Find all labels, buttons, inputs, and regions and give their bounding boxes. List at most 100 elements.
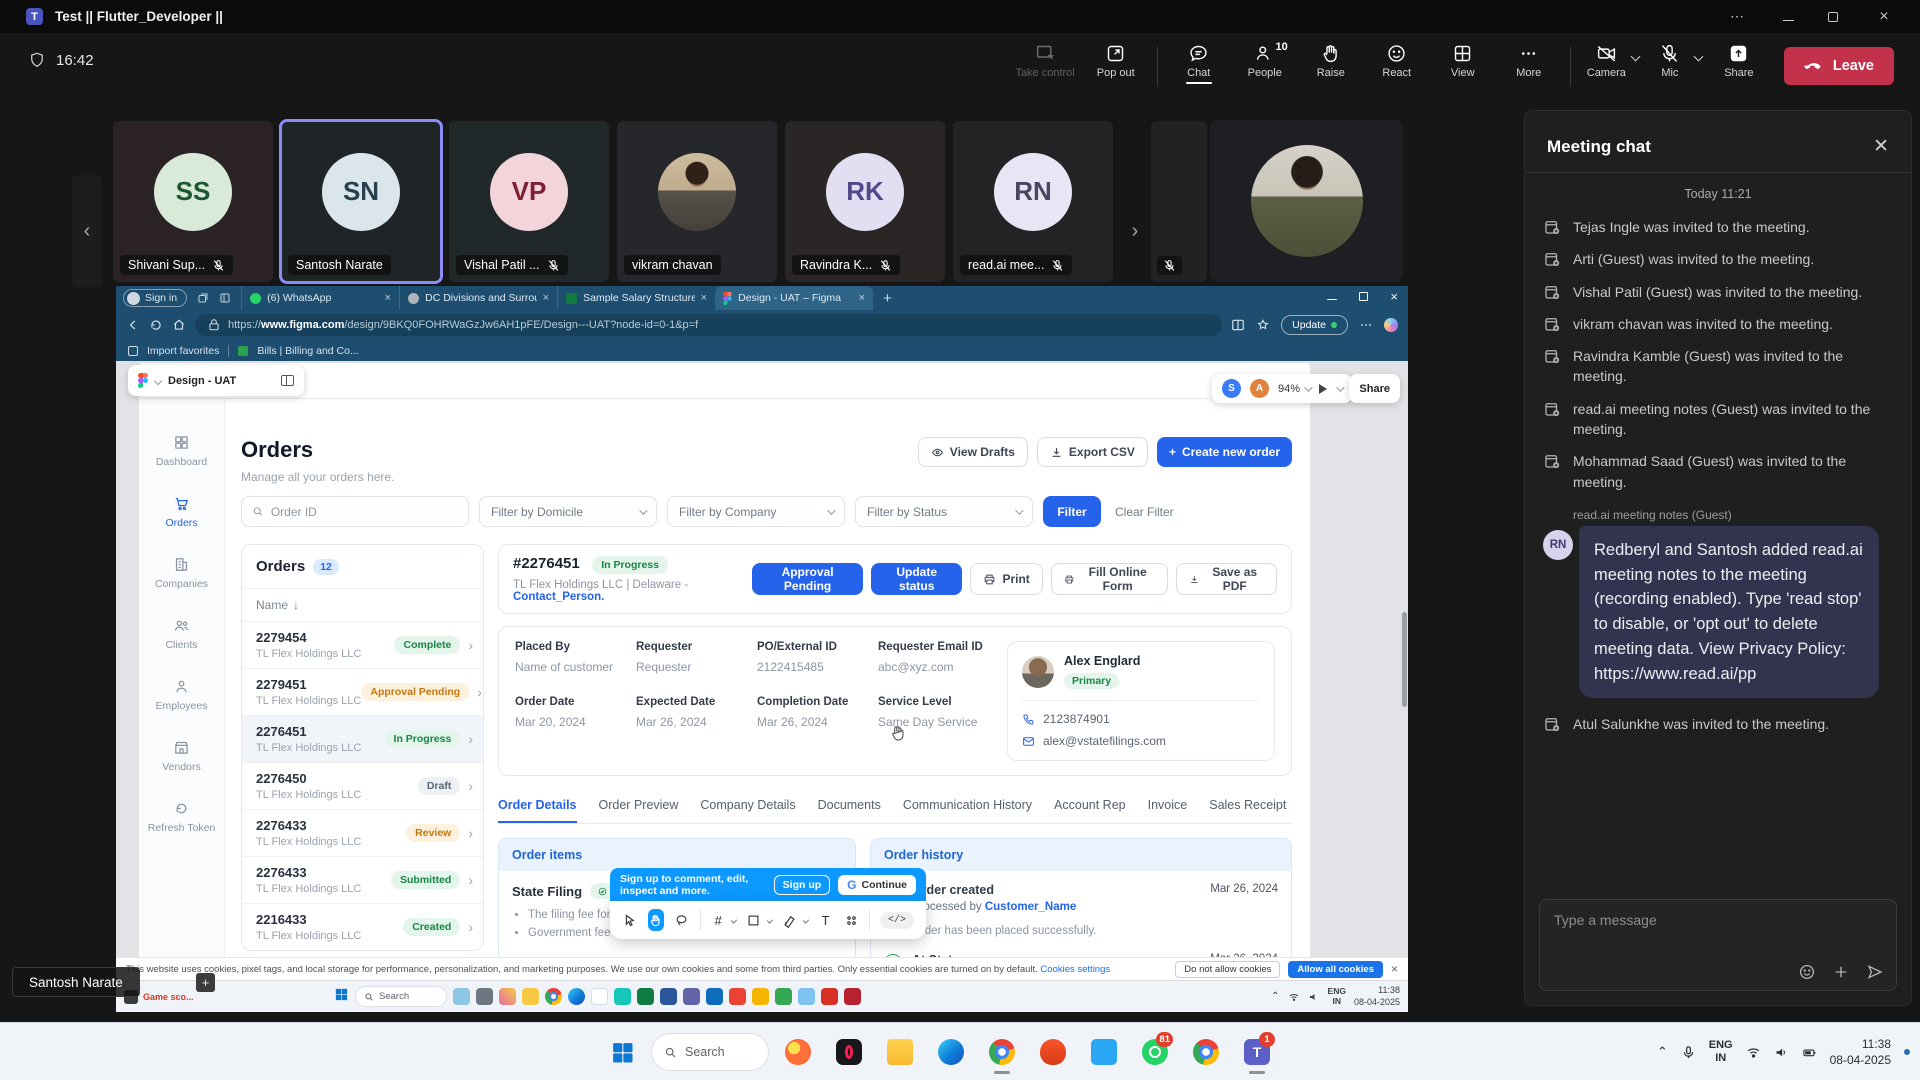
- text-tool-icon[interactable]: T: [818, 909, 834, 931]
- tab-close-icon[interactable]: ×: [543, 292, 549, 304]
- sign-up-button[interactable]: Sign up: [774, 875, 831, 895]
- teams-icon[interactable]: T 1: [1235, 1028, 1279, 1076]
- whatsapp-icon[interactable]: 81: [1133, 1028, 1177, 1076]
- url-field[interactable]: https://www.figma.com/design/9BKQ0FOHRWa…: [195, 314, 1222, 336]
- filter-by-company-select[interactable]: Filter by Company: [667, 496, 845, 527]
- presenter-expand-button[interactable]: +: [196, 973, 215, 992]
- order-row[interactable]: 2276433TL Flex Holdings LLC Review ›: [242, 809, 483, 856]
- canvas-scrollbar[interactable]: [1402, 391, 1407, 917]
- minimize-button[interactable]: [1783, 13, 1794, 21]
- filter-by-status-select[interactable]: Filter by Status: [855, 496, 1033, 527]
- shape-tool-icon[interactable]: [746, 909, 762, 931]
- chevron-down-icon[interactable]: [767, 917, 773, 923]
- tray-chevron-icon[interactable]: ⌃: [1657, 1044, 1668, 1060]
- favorites-star-icon[interactable]: [1256, 318, 1270, 332]
- figma-share-button[interactable]: Share: [1349, 374, 1400, 403]
- order-row[interactable]: 2276433TL Flex Holdings LLC Submitted ›: [242, 856, 483, 903]
- pop-out-button[interactable]: Pop out: [1087, 39, 1145, 81]
- bookmark-bills[interactable]: Bills | Billing and Co...: [257, 345, 358, 357]
- notification-dot[interactable]: [1904, 1049, 1910, 1055]
- google-continue-button[interactable]: G Continue: [838, 875, 916, 895]
- people-button[interactable]: 10 People: [1236, 39, 1294, 81]
- battery-icon[interactable]: [1802, 1045, 1817, 1060]
- browser-tab-whatsapp[interactable]: (6) WhatsApp ×: [241, 286, 399, 310]
- wifi-icon[interactable]: [1746, 1045, 1761, 1060]
- order-row[interactable]: 2216433TL Flex Holdings LLC Created ›: [242, 903, 483, 950]
- tab-sales-receipt[interactable]: Sales Receipt: [1209, 798, 1286, 823]
- taskbar-search[interactable]: Search: [651, 1033, 769, 1071]
- participants-scroll-left-button[interactable]: ‹: [72, 175, 102, 287]
- tab-invoice[interactable]: Invoice: [1148, 798, 1188, 823]
- close-button[interactable]: ×: [1872, 8, 1896, 26]
- titlebar-more-icon[interactable]: ⋯: [1725, 8, 1749, 25]
- vertical-tabs-icon[interactable]: [219, 292, 231, 304]
- tray-mic-icon[interactable]: [1681, 1045, 1696, 1060]
- opera-gx-icon[interactable]: [827, 1028, 871, 1076]
- resources-tool-icon[interactable]: [843, 909, 859, 931]
- new-tab-button[interactable]: +: [883, 290, 892, 307]
- view-drafts-button[interactable]: View Drafts: [918, 437, 1028, 467]
- chrome-profile-icon[interactable]: [1184, 1028, 1228, 1076]
- order-id-search[interactable]: [241, 496, 469, 527]
- participant-tile[interactable]: RN read.ai mee...: [953, 121, 1113, 282]
- browser-close-button[interactable]: ×: [1390, 289, 1398, 304]
- tab-documents[interactable]: Documents: [818, 798, 881, 823]
- raise-hand-button[interactable]: Raise: [1302, 39, 1360, 81]
- clear-filter-button[interactable]: Clear Filter: [1115, 505, 1174, 519]
- react-button[interactable]: React: [1368, 39, 1426, 81]
- volume-icon[interactable]: [1774, 1045, 1789, 1060]
- save-as-pdf-button[interactable]: Save as PDF: [1176, 563, 1277, 595]
- browser-menu-icon[interactable]: [1359, 318, 1373, 332]
- participants-scroll-right-button[interactable]: ›: [1120, 175, 1150, 287]
- message-input[interactable]: [1554, 912, 1882, 928]
- leave-button[interactable]: Leave: [1784, 47, 1894, 85]
- participant-tile[interactable]: VP Vishal Patil ...: [449, 121, 609, 282]
- figma-logo-icon[interactable]: [138, 373, 148, 388]
- chevron-down-icon[interactable]: [731, 917, 737, 923]
- sidebar-item-dashboard[interactable]: Dashboard: [139, 425, 224, 477]
- browser-signin-button[interactable]: Sign in: [123, 289, 187, 307]
- pen-tool-icon[interactable]: [782, 909, 798, 931]
- create-new-order-button[interactable]: + Create new order: [1157, 437, 1292, 467]
- collaborator-avatar[interactable]: A: [1250, 379, 1269, 398]
- tab-close-icon[interactable]: ×: [385, 292, 391, 304]
- tab-company-details[interactable]: Company Details: [700, 798, 795, 823]
- vscode-icon[interactable]: [1082, 1028, 1126, 1076]
- lasso-tool-icon[interactable]: [674, 909, 690, 931]
- contact-phone-row[interactable]: 2123874901: [1022, 712, 1260, 726]
- view-button[interactable]: View: [1434, 39, 1492, 81]
- order-row[interactable]: 2276450TL Flex Holdings LLC Draft ›: [242, 762, 483, 809]
- browser-tab-figma[interactable]: Design - UAT – Figma ×: [715, 286, 873, 310]
- chrome-icon[interactable]: [980, 1028, 1024, 1076]
- camera-button[interactable]: Camera: [1583, 39, 1630, 81]
- collaborator-avatar[interactable]: S: [1222, 379, 1241, 398]
- brave-icon[interactable]: [1031, 1028, 1075, 1076]
- sidebar-item-companies[interactable]: Companies: [139, 547, 224, 599]
- camera-options-chevron-icon[interactable]: [1630, 52, 1640, 62]
- copilot-icon[interactable]: [1384, 318, 1398, 332]
- chevron-down-icon[interactable]: [802, 917, 808, 923]
- sidebar-item-refresh-token[interactable]: Refresh Token: [139, 791, 224, 843]
- order-row[interactable]: 2279451TL Flex Holdings LLC Approval Pen…: [242, 668, 483, 715]
- browser-minimize-button[interactable]: [1327, 293, 1337, 300]
- file-explorer-icon[interactable]: [878, 1028, 922, 1076]
- firefox-icon[interactable]: [776, 1028, 820, 1076]
- fill-online-form-button[interactable]: Fill Online Form: [1051, 563, 1168, 595]
- maximize-button[interactable]: [1828, 12, 1838, 22]
- present-icon[interactable]: [1319, 384, 1327, 394]
- attach-plus-icon[interactable]: [1832, 963, 1850, 981]
- refresh-icon[interactable]: [149, 318, 163, 332]
- participant-tile[interactable]: RK Ravindra K...: [785, 121, 945, 282]
- share-button[interactable]: Share: [1710, 39, 1768, 81]
- name-column-header[interactable]: Name↓: [242, 588, 483, 621]
- participant-tile[interactable]: SN Santosh Narate: [281, 121, 441, 282]
- hand-tool-icon[interactable]: [648, 909, 664, 931]
- chat-input-box[interactable]: [1539, 899, 1897, 991]
- chevron-down-icon[interactable]: [154, 376, 162, 384]
- approval-pending-button[interactable]: Approval Pending: [752, 563, 863, 595]
- chevron-down-icon[interactable]: [1336, 383, 1344, 391]
- language-indicator[interactable]: ENGIN: [1709, 1039, 1733, 1065]
- start-button[interactable]: [600, 1028, 644, 1076]
- more-button[interactable]: More: [1500, 39, 1558, 81]
- back-icon[interactable]: [126, 318, 140, 332]
